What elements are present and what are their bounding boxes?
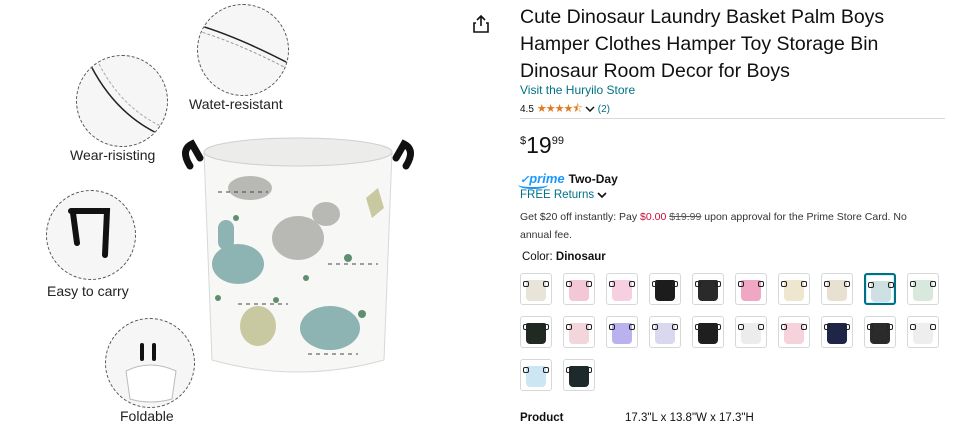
basket-thumbnail — [824, 323, 850, 344]
basket-thumbnail — [609, 280, 635, 301]
chevron-down-icon[interactable] — [597, 191, 607, 199]
basket-thumbnail — [523, 280, 549, 301]
product-title: Cute Dinosaur Laundry Basket Palm Boys H… — [520, 6, 885, 82]
basket-thumbnail — [566, 280, 592, 301]
spec-value: 17.3"L x 13.8"W x 17.3"H — [625, 412, 754, 424]
swatch-5[interactable] — [692, 273, 724, 305]
swatch-22[interactable] — [563, 359, 595, 391]
product-dimensions-row: Product 17.3"L x 13.8"W x 17.3"H — [520, 412, 754, 424]
basket-thumbnail — [824, 280, 850, 301]
swatch-20[interactable] — [907, 316, 939, 348]
easy-carry-label: Easy to carry — [47, 283, 129, 299]
returns-label: FREE Returns — [520, 189, 595, 201]
swatch-21[interactable] — [520, 359, 552, 391]
swatch-4[interactable] — [649, 273, 681, 305]
basket-thumbnail — [523, 323, 549, 344]
promo-pay-amount: $0.00 — [640, 211, 667, 223]
easy-carry-callout — [46, 190, 136, 280]
price-fraction: 99 — [551, 135, 564, 147]
store-card-promo: Get $20 off instantly: Pay $0.00 $19.99 … — [520, 208, 940, 244]
basket-thumbnail — [781, 280, 807, 301]
price: $ 19 99 — [520, 132, 564, 158]
swatch-18[interactable] — [821, 316, 853, 348]
swatch-14[interactable] — [649, 316, 681, 348]
basket-thumbnail — [868, 281, 894, 302]
rating-count[interactable]: (2) — [598, 104, 610, 115]
dinosaur-basket-image — [182, 137, 414, 373]
basket-thumbnail — [695, 280, 721, 301]
chevron-down-icon[interactable] — [585, 106, 595, 113]
rating-summary[interactable]: 4.5 ★★★★⯪ (2) — [520, 100, 610, 119]
swatch-6[interactable] — [735, 273, 767, 305]
swatch-3[interactable] — [606, 273, 638, 305]
swatch-13[interactable] — [606, 316, 638, 348]
fabric-detail-image — [198, 24, 288, 70]
star-rating-icon: ★★★★⯪ — [536, 103, 583, 115]
basket-thumbnail — [652, 280, 678, 301]
basket-thumbnail — [566, 366, 592, 387]
free-returns-link[interactable]: FREE Returns — [520, 189, 607, 201]
swatch-2[interactable] — [563, 273, 595, 305]
product-info: Cute Dinosaur Laundry Basket Palm Boys H… — [518, 0, 950, 429]
basket-thumbnail — [910, 280, 936, 301]
swatch-7[interactable] — [778, 273, 810, 305]
swatch-10[interactable] — [907, 273, 939, 305]
product-image[interactable]: Watet-resistant Wear-risisting Easy to c… — [0, 0, 470, 429]
wear-resisting-label: Wear-risisting — [70, 147, 156, 163]
swatch-15[interactable] — [692, 316, 724, 348]
shipping-speed: Two-Day — [568, 171, 618, 186]
swatch-16[interactable] — [735, 316, 767, 348]
swatch-1[interactable] — [520, 273, 552, 305]
water-resistant-label: Watet-resistant — [189, 96, 283, 112]
price-whole: 19 — [526, 132, 552, 158]
color-label: Color: — [522, 251, 553, 263]
basket-thumbnail — [738, 323, 764, 344]
prime-logo-icon: ✓prime — [518, 171, 565, 189]
swatch-17[interactable] — [778, 316, 810, 348]
swatch-8[interactable] — [821, 273, 853, 305]
water-resistant-callout — [197, 4, 289, 96]
basket-thumbnail — [738, 280, 764, 301]
basket-thumbnail — [781, 323, 807, 344]
basket-thumbnail — [609, 323, 635, 344]
promo-original-price: $19.99 — [669, 211, 702, 223]
basket-thumbnail — [652, 323, 678, 344]
handle-detail-image — [68, 208, 111, 258]
swatch-11[interactable] — [520, 316, 552, 348]
spec-key: Product — [520, 412, 564, 424]
wear-resisting-callout — [76, 55, 168, 147]
promo-text: Get $20 off instantly: Pay — [520, 211, 641, 223]
basket-thumbnail — [695, 323, 721, 344]
swatch-12[interactable] — [563, 316, 595, 348]
color-selection-label: Color: Dinosaur — [522, 251, 606, 263]
basket-thumbnail — [566, 323, 592, 344]
rating-value: 4.5 — [520, 104, 534, 115]
rim-detail-image — [90, 63, 166, 137]
basket-thumbnail — [523, 366, 549, 387]
selected-color: Dinosaur — [555, 251, 606, 263]
swatch-19[interactable] — [864, 316, 896, 348]
share-icon[interactable] — [472, 14, 490, 34]
prime-shipping: ✓prime Two-Day — [518, 171, 618, 189]
swatch-9[interactable] — [864, 273, 896, 305]
basket-thumbnail — [910, 323, 936, 344]
foldable-label: Foldable — [120, 408, 174, 424]
basket-thumbnail — [867, 323, 893, 344]
store-link[interactable]: Visit the Huryilo Store — [520, 83, 635, 97]
divider — [520, 118, 945, 119]
